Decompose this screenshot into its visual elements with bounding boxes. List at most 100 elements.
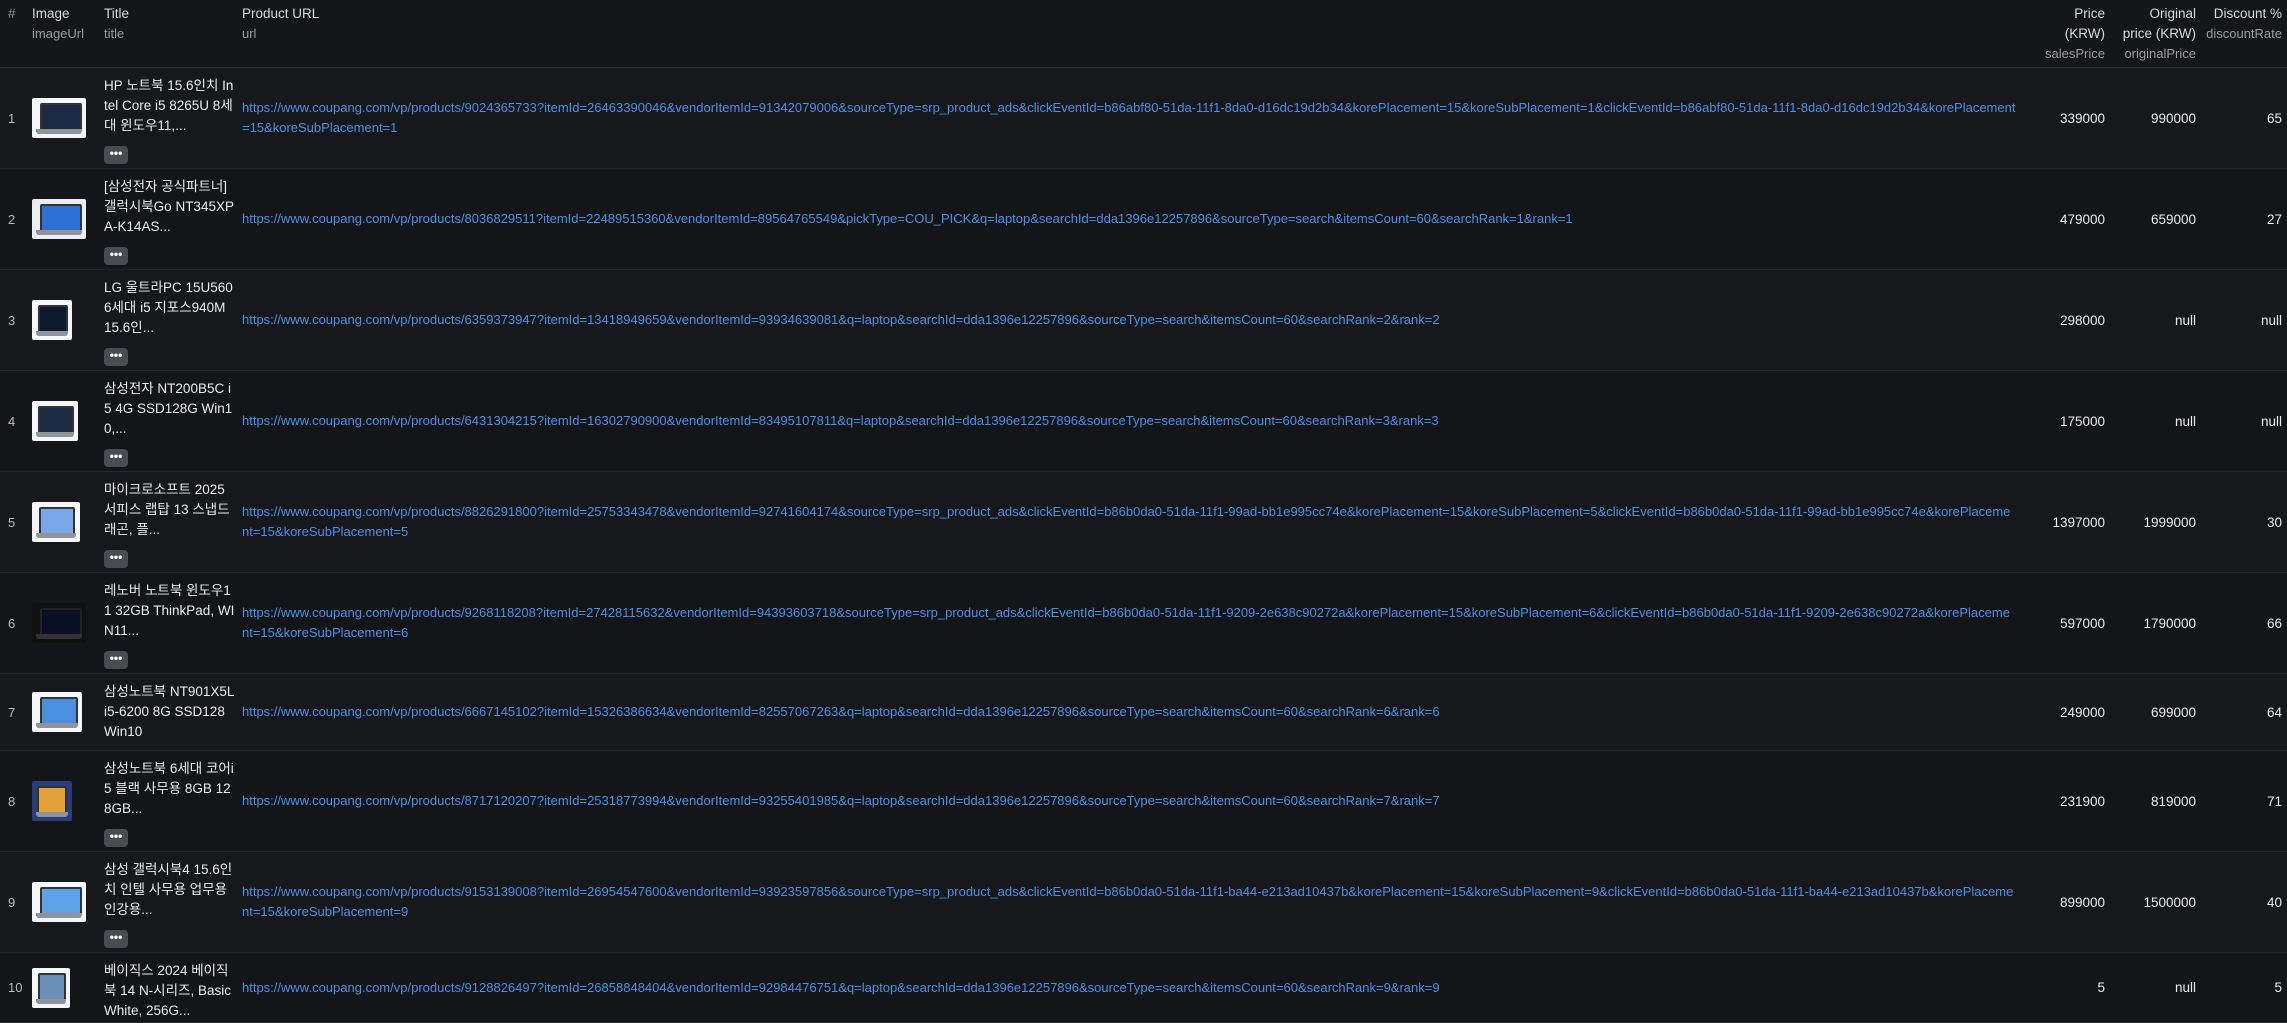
row-url-cell: https://www.coupang.com/vp/products/9024… [238,68,2016,168]
table-row: 6 레노버 노트북 윈도우11 32GB ThinkPad, WIN11... •… [0,573,2287,674]
row-sales-price: 5 [2097,980,2105,995]
col-header-title[interactable]: Title title [99,0,238,67]
row-sales-price: 479000 [2059,211,2105,227]
row-sales-price: 175000 [2059,413,2105,429]
laptop-thumbnail[interactable] [32,882,86,922]
more-options-button[interactable]: ••• [104,348,128,366]
table-row: 9 삼성 갤럭시북4 15.6인치 인텔 사무용 업무용 인강용... ••• h… [0,852,2287,953]
more-options-button[interactable]: ••• [104,449,128,467]
laptop-thumbnail[interactable] [32,98,86,138]
more-options-button[interactable]: ••• [104,651,128,669]
product-url-link[interactable]: https://www.coupang.com/vp/products/8717… [242,791,1440,811]
row-url-cell: https://www.coupang.com/vp/products/6667… [238,674,2016,750]
more-options-button[interactable]: ••• [104,930,128,948]
more-options-button[interactable]: ••• [104,146,128,164]
table-row: 3 LG 울트라PC 15U560 6세대 i5 지포스940M 15.6인..… [0,270,2287,371]
laptop-thumbnail[interactable] [32,300,72,340]
col-image-label: Image [32,6,70,21]
row-index: 8 [8,793,16,809]
col-orig-label-unit: price (KRW) [2122,26,2196,41]
row-original-price: null [2174,413,2196,429]
row-index: 4 [8,413,16,429]
row-discount-rate: 65 [2266,110,2282,126]
col-header-original-price[interactable]: Original price (KRW) originalPrice [2109,0,2200,67]
row-index: 2 [8,211,16,227]
row-url-cell: https://www.coupang.com/vp/products/8717… [238,751,2016,851]
row-sales-price: 1397000 [2052,514,2105,530]
product-url-link[interactable]: https://www.coupang.com/vp/products/9128… [242,978,1440,998]
row-original-price: 1999000 [2143,514,2196,530]
row-original-price: 819000 [2150,793,2196,809]
more-options-button[interactable]: ••• [104,247,128,265]
row-title-cell: 마이크로소프트 2025 서피스 랩탑 13 스냅드래곤, 플... ••• [99,472,238,572]
row-title-cell: LG 울트라PC 15U560 6세대 i5 지포스940M 15.6인... •… [99,270,238,370]
row-title-cell: 삼성노트북 NT901X5L i5-6200 8G SSD128 Win10 [99,674,238,750]
more-options-button[interactable]: ••• [104,550,128,568]
col-url-field: url [242,26,257,41]
col-header-discount[interactable]: Discount % discountRate [2200,0,2287,67]
row-discount-rate: null [2260,413,2282,429]
col-price-field: salesPrice [2045,46,2105,61]
row-original-price: null [2174,980,2196,995]
product-url-link[interactable]: https://www.coupang.com/vp/products/6359… [242,310,1440,330]
col-disc-label: Discount % [2213,6,2282,21]
laptop-thumbnail[interactable] [32,967,70,1008]
row-title: LG 울트라PC 15U560 6세대 i5 지포스940M 15.6인... [104,280,233,335]
more-options-button[interactable]: ••• [104,829,128,847]
row-discount-rate: 5 [2274,980,2282,995]
col-url-label: Product URL [242,6,320,21]
product-url-link[interactable]: https://www.coupang.com/vp/products/9268… [242,603,2016,643]
laptop-thumbnail[interactable] [32,781,72,821]
col-orig-field: originalPrice [2124,46,2196,61]
row-url-cell: https://www.coupang.com/vp/products/8036… [238,169,2016,269]
col-header-image[interactable]: Image imageUrl [28,0,99,67]
row-sales-price: 899000 [2059,894,2105,910]
col-price-label-unit: (KRW) [2064,26,2105,41]
laptop-thumbnail[interactable] [32,502,80,542]
laptop-thumbnail[interactable] [32,401,78,441]
table-body: 1 HP 노트북 15.6인치 Intel Core i5 8265U 8세대 … [0,68,2287,1023]
col-header-index[interactable]: # [0,0,28,67]
row-url-cell: https://www.coupang.com/vp/products/9268… [238,573,2016,673]
row-discount-rate: 66 [2266,615,2282,631]
row-image-cell [28,270,99,370]
row-title: 삼성전자 NT200B5C i5 4G SSD128G Win10,... [104,381,233,436]
product-url-link[interactable]: https://www.coupang.com/vp/products/8036… [242,209,1573,229]
col-disc-field: discountRate [2206,26,2282,41]
row-url-cell: https://www.coupang.com/vp/products/6431… [238,371,2016,471]
row-image-cell [28,573,99,673]
laptop-thumbnail[interactable] [32,603,86,643]
col-header-price[interactable]: Price (KRW) salesPrice [2016,0,2109,67]
product-url-link[interactable]: https://www.coupang.com/vp/products/9024… [242,98,2016,138]
laptop-thumbnail[interactable] [32,692,82,732]
row-image-cell [28,674,99,750]
col-image-field: imageUrl [32,26,85,41]
product-url-link[interactable]: https://www.coupang.com/vp/products/6667… [242,702,1440,722]
row-title-cell: 레노버 노트북 윈도우11 32GB ThinkPad, WIN11... ••• [99,573,238,673]
row-discount-rate: null [2260,312,2282,328]
col-title-field: title [104,26,125,41]
product-url-link[interactable]: https://www.coupang.com/vp/products/8826… [242,502,2016,542]
row-title: 삼성 갤럭시북4 15.6인치 인텔 사무용 업무용 인강용... [104,862,233,917]
product-url-link[interactable]: https://www.coupang.com/vp/products/9153… [242,882,2016,922]
laptop-thumbnail[interactable] [32,199,86,239]
row-sales-price: 298000 [2059,312,2105,328]
row-index: 7 [8,704,16,720]
row-original-price: null [2174,312,2196,328]
col-price-label: Price [2074,6,2105,21]
row-discount-rate: 71 [2266,793,2282,809]
row-image-cell [28,751,99,851]
row-sales-price: 339000 [2059,110,2105,126]
row-url-cell: https://www.coupang.com/vp/products/9153… [238,852,2016,952]
table-row: 4 삼성전자 NT200B5C i5 4G SSD128G Win10,... •… [0,371,2287,472]
row-index: 3 [8,312,16,328]
product-url-link[interactable]: https://www.coupang.com/vp/products/6431… [242,411,1439,431]
row-image-cell [28,371,99,471]
row-title-cell: 베이직스 2024 베이직북 14 N-시리즈, BasicWhite, 256… [99,953,238,1022]
row-url-cell: https://www.coupang.com/vp/products/9128… [238,953,2016,1022]
row-title-cell: 삼성전자 NT200B5C i5 4G SSD128G Win10,... ••• [99,371,238,471]
col-index-label: # [8,6,16,21]
col-orig-label: Original [2149,6,2196,21]
col-header-url[interactable]: Product URL url [238,0,2016,67]
row-title-cell: 삼성 갤럭시북4 15.6인치 인텔 사무용 업무용 인강용... ••• [99,852,238,952]
